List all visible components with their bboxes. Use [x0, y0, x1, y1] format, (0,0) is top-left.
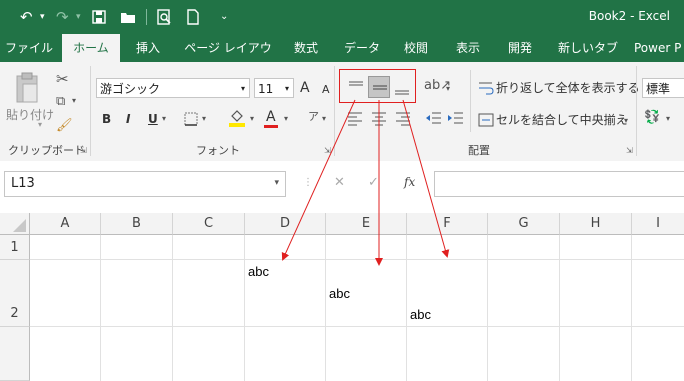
annotation-arrows: [281, 99, 450, 266]
arrow-bottom-align: [402, 99, 450, 258]
arrow-top-align: [281, 99, 356, 261]
